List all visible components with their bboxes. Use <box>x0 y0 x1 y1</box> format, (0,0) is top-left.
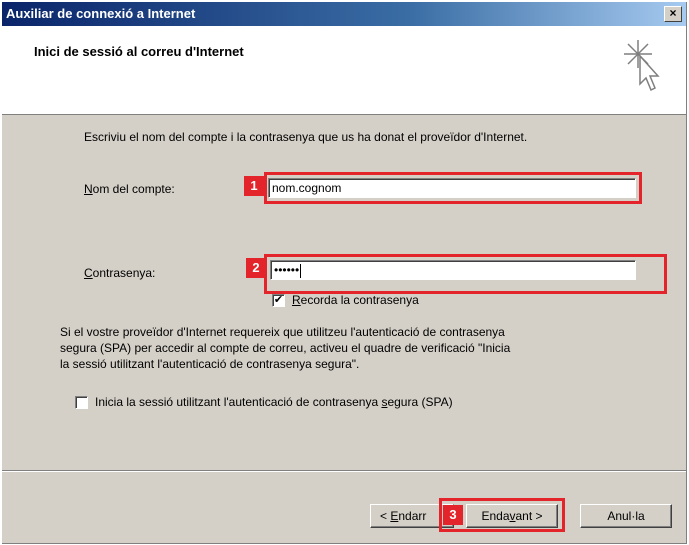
back-button-text: ndarr <box>398 509 427 523</box>
spa-note: Si el vostre proveïdor d'Internet requer… <box>60 324 510 372</box>
remember-password-label[interactable]: Recorda la contrasenya <box>292 293 419 307</box>
spa-note-line: segura (SPA) per accedir al compte de co… <box>60 341 511 355</box>
callout-1-frame <box>264 172 642 204</box>
page-title: Inici de sessió al correu d'Internet <box>34 44 244 59</box>
window-title: Auxiliar de connexió a Internet <box>6 6 196 21</box>
spa-note-line: Si el vostre proveïdor d'Internet requer… <box>60 325 505 339</box>
title-bar[interactable]: Auxiliar de connexió a Internet × <box>2 2 686 26</box>
next-button[interactable]: Endavant > <box>466 504 558 528</box>
wizard-header: Inici de sessió al correu d'Internet <box>2 26 686 115</box>
checkmark-icon: ✔ <box>273 294 284 306</box>
intro-text: Escriviu el nom del compte i la contrase… <box>84 130 528 144</box>
cancel-button[interactable]: Anul·la <box>580 504 672 528</box>
password-label-text: ontrasenya: <box>92 266 156 280</box>
remember-password-checkbox[interactable]: ✔ <box>272 294 285 307</box>
next-button-pre: Enda <box>481 509 510 523</box>
account-name-label-text: om del compte: <box>92 182 175 196</box>
remember-password-mnemonic: R <box>292 293 301 307</box>
spa-checkbox-label[interactable]: Inicia la sessió utilitzant l'autenticac… <box>95 395 453 409</box>
spa-note-line: la sessió utilitzant l'autenticació de c… <box>60 357 360 371</box>
spa-checkbox[interactable] <box>75 396 88 409</box>
wizard-window: Auxiliar de connexió a Internet × Inici … <box>2 2 687 544</box>
password-label-mnemonic: C <box>84 266 93 280</box>
callout-2-frame <box>264 254 667 294</box>
callout-3-badge: 3 <box>443 505 463 525</box>
footer-divider <box>2 470 686 472</box>
remember-password-text: ecorda la contrasenya <box>300 293 419 307</box>
account-name-label-mnemonic: N <box>84 182 93 196</box>
back-button-pre: < <box>380 509 391 523</box>
close-button[interactable]: × <box>664 6 682 22</box>
next-button-post: ant > <box>515 509 543 523</box>
callout-1-badge: 1 <box>244 176 264 196</box>
wizard-sparkle-cursor-icon <box>624 40 660 92</box>
account-name-label: Nom del compte: <box>84 182 175 196</box>
close-icon: × <box>669 6 677 20</box>
spa-label-post: egura (SPA) <box>387 395 453 409</box>
spa-label-pre: Inicia la sessió utilitzant l'autenticac… <box>95 395 382 409</box>
password-label: Contrasenya: <box>84 266 155 280</box>
callout-2-badge: 2 <box>246 258 266 278</box>
